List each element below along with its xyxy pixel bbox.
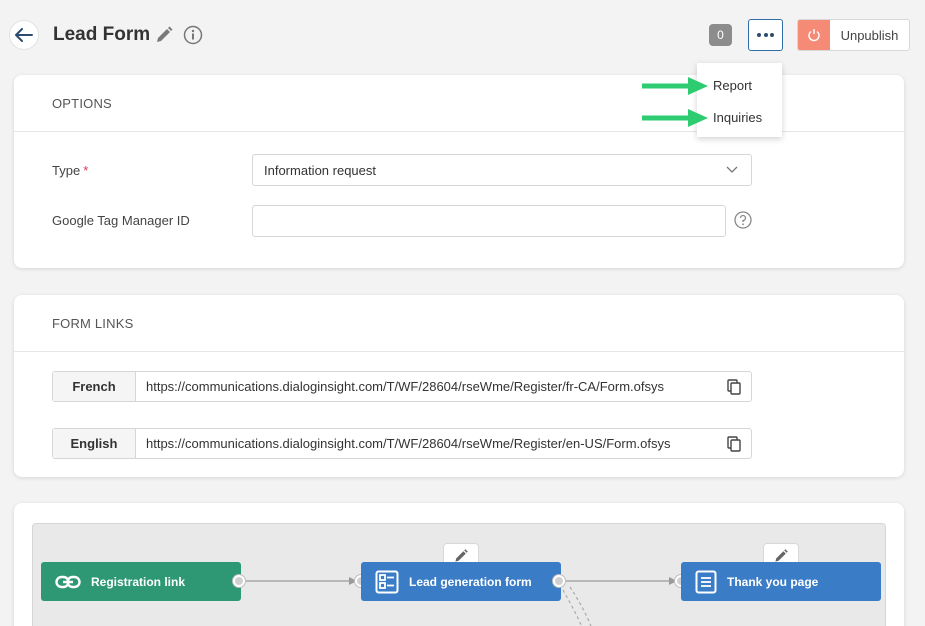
more-options-button[interactable] [748, 19, 783, 51]
page-icon [695, 570, 717, 594]
form-icon [375, 570, 399, 594]
form-links-card: FORM LINKS French https://communications… [14, 295, 904, 477]
pointer-arrow-icon [642, 109, 708, 127]
unpublish-button[interactable]: Unpublish [797, 19, 910, 51]
type-select[interactable]: Information request [252, 154, 752, 186]
more-dots-icon [769, 33, 774, 37]
form-links-section-title: FORM LINKS [14, 295, 904, 352]
copy-link-button[interactable] [717, 372, 751, 401]
gtm-id-input[interactable] [252, 205, 726, 237]
required-mark: * [83, 163, 89, 178]
workflow-canvas[interactable]: Registration link Lead generation form T… [32, 523, 886, 626]
edit-title-button[interactable] [154, 25, 174, 50]
info-button[interactable] [183, 25, 203, 50]
workflow-node-thank-you-page[interactable]: Thank you page [681, 562, 881, 601]
form-link-row: English https://communications.dialogins… [52, 428, 752, 459]
workflow-node-label: Registration link [91, 574, 186, 589]
gtm-help-button[interactable] [734, 211, 752, 234]
type-label-text: Type [52, 163, 81, 178]
form-link-language: English [53, 429, 136, 458]
workflow-card: Registration link Lead generation form T… [14, 503, 904, 626]
copy-icon [727, 435, 741, 452]
pencil-icon [157, 26, 173, 42]
type-select-value: Information request [264, 162, 377, 178]
type-label: Type * [52, 163, 88, 178]
more-dots-icon [763, 33, 768, 37]
back-button[interactable] [9, 20, 39, 50]
info-icon [183, 25, 203, 45]
chevron-down-icon [726, 166, 738, 173]
copy-link-button[interactable] [717, 429, 751, 458]
connector-port[interactable] [233, 575, 245, 587]
unpublish-label: Unpublish [840, 27, 899, 43]
pointer-arrow-icon [642, 77, 708, 95]
count-badge: 0 [709, 24, 732, 46]
power-icon [798, 20, 830, 50]
form-link-url: https://communications.dialoginsight.com… [146, 436, 671, 451]
link-icon [55, 574, 81, 590]
workflow-node-registration-link[interactable]: Registration link [41, 562, 241, 601]
gtm-label: Google Tag Manager ID [52, 213, 190, 228]
page-title: Lead Form [53, 24, 151, 45]
more-dots-icon [757, 33, 762, 37]
help-icon [734, 211, 752, 229]
form-link-language: French [53, 372, 136, 401]
connector-port[interactable] [553, 575, 565, 587]
workflow-node-label: Lead generation form [409, 574, 532, 589]
form-link-url: https://communications.dialoginsight.com… [146, 379, 664, 394]
copy-icon [727, 378, 741, 395]
workflow-node-lead-generation-form[interactable]: Lead generation form [361, 562, 561, 601]
workflow-node-label: Thank you page [727, 574, 819, 589]
form-link-row: French https://communications.dialoginsi… [52, 371, 752, 402]
arrow-left-icon [15, 28, 33, 42]
